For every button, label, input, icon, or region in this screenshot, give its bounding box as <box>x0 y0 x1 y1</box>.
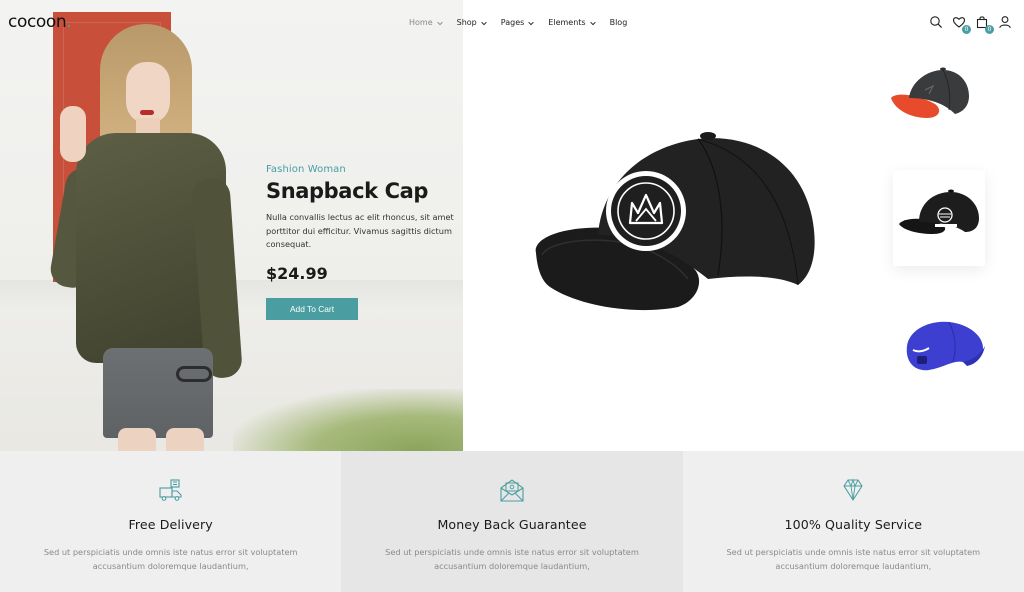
nav-item-elements[interactable]: Elements <box>548 18 596 27</box>
black-red-snapback-image <box>891 67 969 118</box>
hero-price: $24.99 <box>266 263 328 283</box>
wishlist-count-badge: 0 <box>962 25 971 34</box>
search-button[interactable] <box>929 15 943 29</box>
feature-title: Free Delivery <box>128 517 213 532</box>
logo[interactable]: cocoon. <box>8 12 72 32</box>
feature-card: Money Back Guarantee Sed ut perspiciatis… <box>341 451 683 592</box>
grass-background <box>233 389 463 451</box>
product-thumbnail-selected[interactable] <box>893 170 985 266</box>
chevron-down-icon <box>528 21 535 25</box>
hero-content: Fashion Woman Snapback Cap Nulla convall… <box>266 164 456 320</box>
delivery-truck-icon <box>159 479 182 501</box>
black-one-up-snapback-image <box>899 189 979 234</box>
hero-title: Snapback Cap <box>266 179 429 203</box>
hero-eyebrow: Fashion Woman <box>266 164 346 175</box>
add-to-cart-button[interactable]: Add To Cart <box>266 297 358 320</box>
chevron-down-icon <box>481 21 487 25</box>
cart-count-badge: 0 <box>985 25 994 34</box>
product-thumbnail[interactable] <box>887 64 973 124</box>
header-actions: 0 0 <box>929 15 1012 34</box>
feature-description: Sed ut perspiciatis unde omnis iste natu… <box>726 547 981 572</box>
feature-title: 100% Quality Service <box>784 517 923 532</box>
nav-item-blog[interactable]: Blog <box>610 18 628 27</box>
product-thumbnail[interactable] <box>903 316 987 376</box>
cart-button[interactable]: 0 <box>975 15 994 34</box>
feature-card: 100% Quality Service Sed ut perspiciatis… <box>682 451 1024 592</box>
money-envelope-icon <box>500 479 524 502</box>
nav-item-pages[interactable]: Pages <box>501 18 536 27</box>
feature-title: Money Back Guarantee <box>437 517 587 532</box>
nav-item-home[interactable]: Home <box>409 18 444 27</box>
account-button[interactable] <box>998 15 1012 29</box>
user-icon <box>999 16 1011 29</box>
main-product-image <box>535 132 815 311</box>
chevron-down-icon <box>589 21 596 25</box>
feature-card: Free Delivery Sed ut perspiciatis unde o… <box>0 451 342 592</box>
model-figure <box>47 18 248 451</box>
feature-description: Sed ut perspiciatis unde omnis iste natu… <box>43 547 298 572</box>
chevron-down-icon <box>436 21 443 25</box>
feature-description: Sed ut perspiciatis unde omnis iste natu… <box>385 547 639 572</box>
search-icon <box>930 16 943 29</box>
blue-nike-cap-image <box>906 321 985 371</box>
diamond-icon <box>843 478 863 501</box>
wishlist-button[interactable]: 0 <box>952 15 971 34</box>
main-nav: Home Shop Pages Elements Blog <box>409 18 627 27</box>
nav-item-shop[interactable]: Shop <box>457 18 488 27</box>
hero-description: Nulla convallis lectus ac elit rhoncus, … <box>266 212 454 250</box>
features-row: Free Delivery Sed ut perspiciatis unde o… <box>0 451 1024 592</box>
